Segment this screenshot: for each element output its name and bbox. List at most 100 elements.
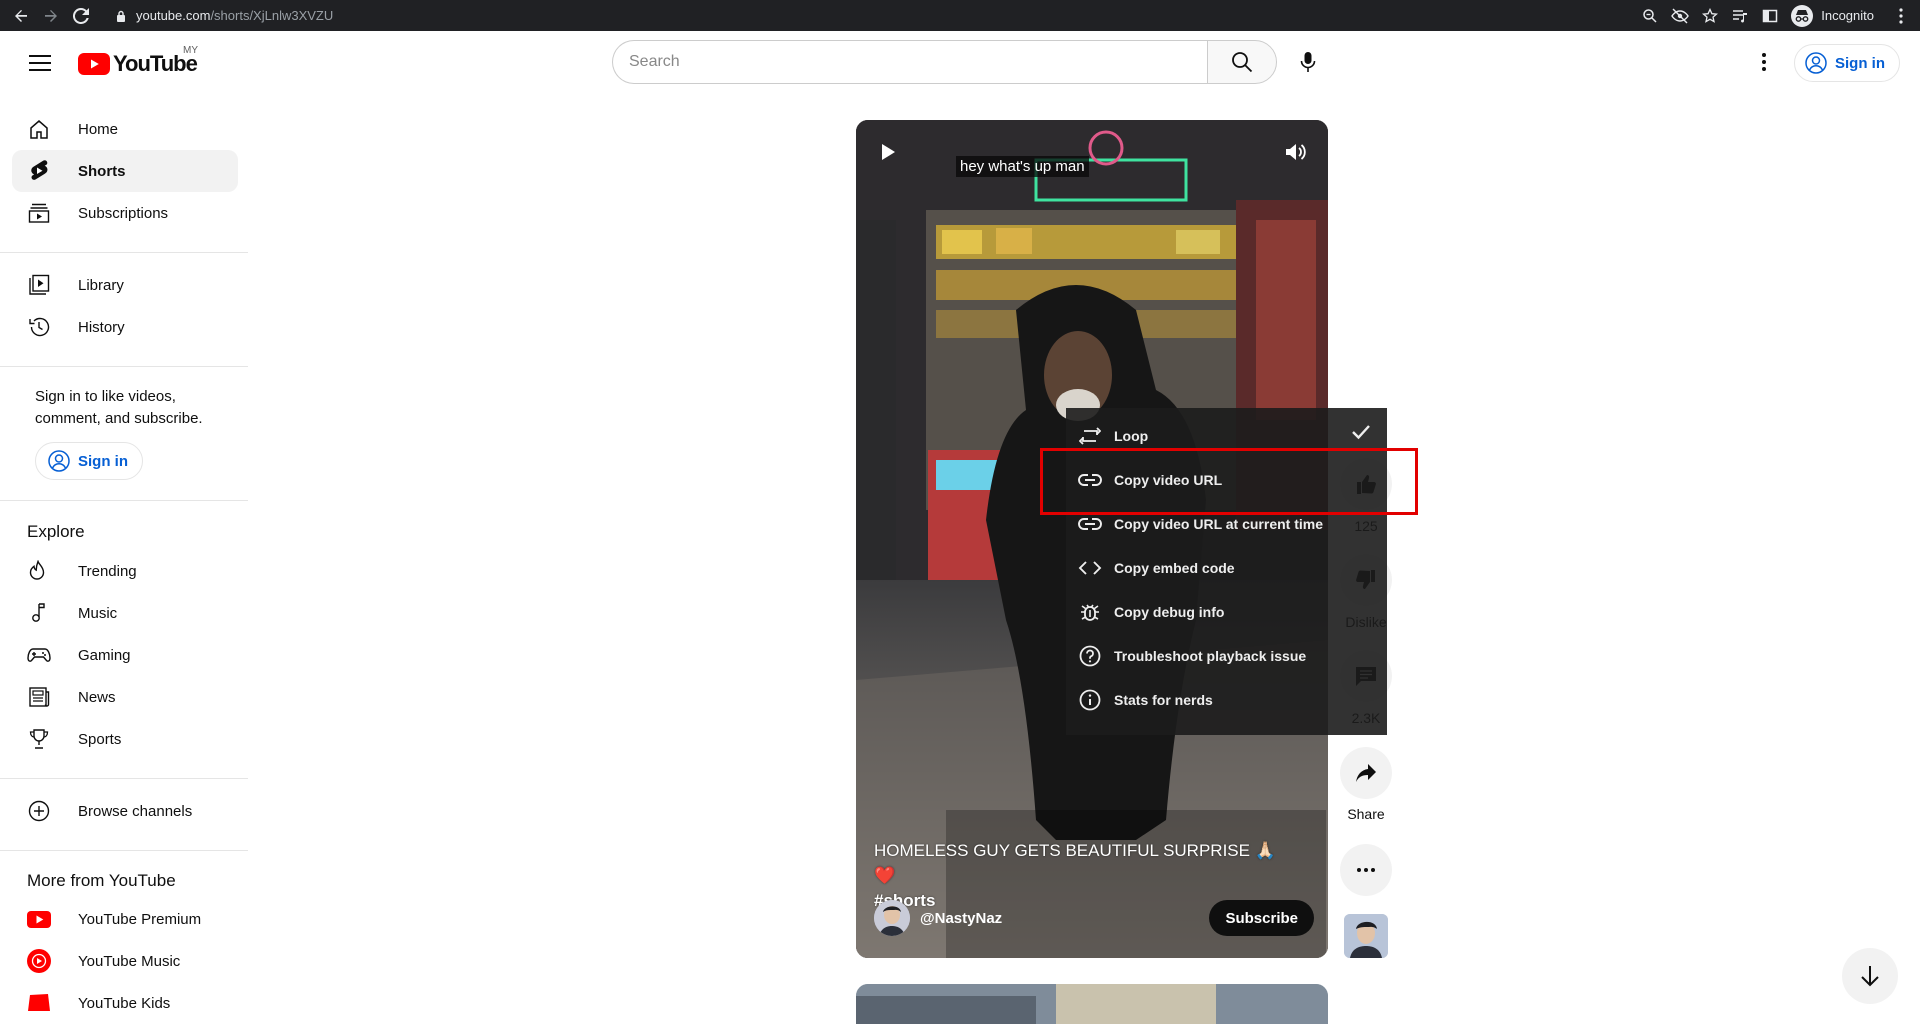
volume-button[interactable] (1282, 138, 1310, 166)
zoom-icon[interactable] (1635, 0, 1665, 31)
menu-item-troubleshoot-playback[interactable]: Troubleshoot playback issue (1066, 634, 1387, 678)
back-arrow-icon[interactable] (8, 3, 34, 29)
video-title-text: HOMELESS GUY GETS BEAUTIFUL SURPRISE 🙏🏻❤… (874, 841, 1276, 885)
sidebar-item-label: YouTube Kids (78, 994, 171, 1012)
youtube-premium-icon (27, 907, 51, 931)
arrow-down-icon (1861, 966, 1879, 987)
help-icon (1078, 644, 1102, 668)
browser-menu-icon[interactable] (1886, 0, 1916, 31)
url-path: /shorts/XjLnlw3XVZU (210, 8, 334, 23)
more-actions-button[interactable] (1340, 844, 1392, 896)
side-panel-icon[interactable] (1755, 0, 1785, 31)
info-icon (1078, 688, 1102, 712)
browser-toolbar: youtube.com/shorts/XjLnlw3XVZU Incognito (0, 0, 1920, 31)
sidebar-item-label: News (78, 688, 116, 706)
add-circle-icon (27, 799, 51, 823)
embed-code-icon (1078, 556, 1102, 580)
guide-menu-icon[interactable] (20, 43, 60, 83)
sidebar-sign-in-label: Sign in (78, 452, 128, 470)
sidebar-item-music[interactable]: Music (12, 592, 238, 634)
tracking-blocked-icon[interactable] (1665, 0, 1695, 31)
address-bar[interactable]: youtube.com/shorts/XjLnlw3XVZU (116, 0, 333, 31)
sidebar-divider (0, 778, 248, 779)
sidebar-item-label: Music (78, 604, 118, 622)
sidebar-item-youtube-music[interactable]: YouTube Music (12, 940, 238, 982)
sign-in-button[interactable]: Sign in (1794, 44, 1900, 82)
next-short-preview[interactable] (856, 984, 1328, 1024)
incognito-icon (1791, 4, 1814, 27)
sidebar-item-shorts[interactable]: Shorts (12, 150, 238, 192)
subscribe-button[interactable]: Subscribe (1209, 900, 1314, 936)
sidebar-item-news[interactable]: News (12, 676, 238, 718)
bookmark-star-icon[interactable] (1695, 0, 1725, 31)
sidebar-item-trending[interactable]: Trending (12, 550, 238, 592)
history-icon (27, 315, 51, 339)
play-icon (882, 144, 895, 160)
sidebar-item-browse-channels[interactable]: Browse channels (12, 790, 238, 832)
music-icon (27, 601, 51, 625)
incognito-indicator[interactable]: Incognito (1791, 4, 1874, 27)
channel-avatar[interactable] (874, 900, 910, 936)
link-icon (1078, 512, 1102, 536)
microphone-icon (1300, 52, 1316, 72)
account-icon (1805, 52, 1827, 74)
sidebar-item-label: Sports (78, 730, 122, 748)
media-queue-icon[interactable] (1725, 0, 1755, 31)
channel-name[interactable]: @NastyNaz (920, 910, 1002, 927)
sidebar-item-label: Home (78, 120, 119, 138)
settings-menu-icon[interactable] (1744, 42, 1784, 82)
sidebar-item-label: YouTube Music (78, 952, 181, 970)
menu-item-label: Troubleshoot playback issue (1114, 648, 1307, 664)
sidebar-sign-in-button[interactable]: Sign in (35, 442, 143, 480)
search-input[interactable] (612, 40, 1207, 84)
sidebar-divider (0, 850, 248, 851)
sidebar-item-sports[interactable]: Sports (12, 718, 238, 760)
menu-item-copy-embed-code[interactable]: Copy embed code (1066, 546, 1387, 590)
forward-arrow-icon[interactable] (38, 3, 64, 29)
sidebar-item-label: Trending (78, 562, 137, 580)
next-short-button[interactable] (1842, 948, 1898, 1004)
reload-icon[interactable] (68, 3, 94, 29)
sidebar-item-youtube-kids[interactable]: YouTube Kids (12, 982, 238, 1014)
shorts-icon (27, 159, 51, 183)
sidebar-divider (0, 366, 248, 367)
search-button[interactable] (1207, 40, 1277, 84)
guide-sidebar: Home Shorts Subscriptions Library Histor… (0, 94, 248, 1014)
sidebar-item-history[interactable]: History (12, 306, 238, 348)
channel-avatar-small[interactable] (1344, 914, 1388, 958)
sidebar-item-youtube-premium[interactable]: YouTube Premium (12, 898, 238, 940)
youtube-logo[interactable]: YouTube MY (78, 45, 198, 77)
subscriptions-icon (27, 201, 51, 225)
account-icon (48, 450, 70, 472)
menu-item-label: Copy video URL at current time (1114, 516, 1324, 532)
search-icon (1232, 52, 1253, 73)
search-box (612, 40, 1277, 84)
share-icon (1356, 764, 1376, 782)
sidebar-divider (0, 252, 248, 253)
sidebar-item-label: Shorts (78, 162, 126, 180)
sidebar-item-home[interactable]: Home (12, 108, 238, 150)
check-icon (1351, 424, 1371, 440)
sidebar-item-label: Library (78, 276, 124, 294)
sidebar-item-library[interactable]: Library (12, 264, 238, 306)
play-button[interactable] (874, 138, 902, 166)
video-caption: hey what's up man (956, 156, 1089, 177)
sidebar-item-label: Browse channels (78, 802, 193, 820)
sidebar-item-label: YouTube Premium (78, 910, 202, 928)
sidebar-item-gaming[interactable]: Gaming (12, 634, 238, 676)
news-icon (27, 685, 51, 709)
more-horizontal-icon (1357, 868, 1375, 872)
voice-search-button[interactable] (1288, 42, 1328, 82)
sidebar-item-subscriptions[interactable]: Subscriptions (12, 192, 238, 234)
loop-icon (1078, 424, 1102, 448)
sign-in-prompt: Sign in to like videos, comment, and sub… (35, 388, 203, 427)
youtube-logo-icon (78, 53, 110, 75)
share-button[interactable] (1340, 747, 1392, 799)
country-code: MY (183, 45, 198, 56)
menu-item-stats-for-nerds[interactable]: Stats for nerds (1066, 678, 1387, 722)
url-host: youtube.com (136, 8, 211, 23)
debug-icon (1078, 600, 1102, 624)
incognito-label: Incognito (1821, 8, 1874, 23)
menu-item-copy-debug-info[interactable]: Copy debug info (1066, 590, 1387, 634)
home-icon (27, 117, 51, 141)
